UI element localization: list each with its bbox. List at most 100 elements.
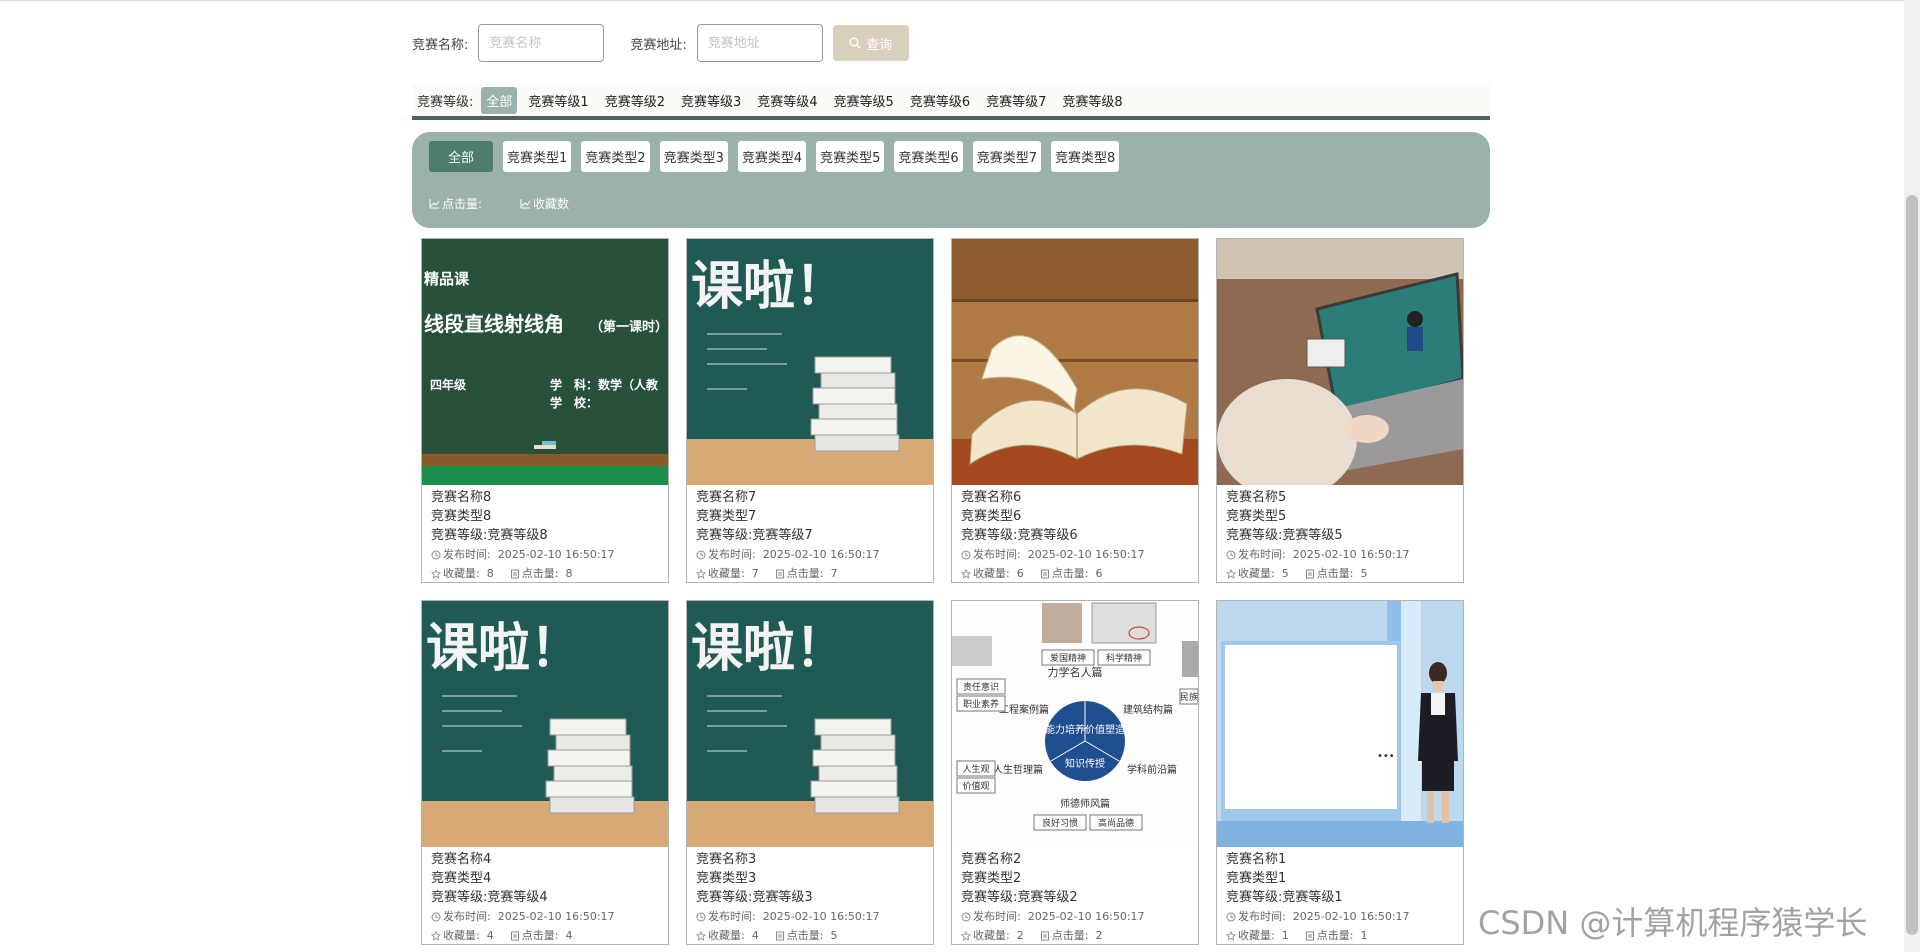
card-stats: 收藏量: 4 点击量: 4 [431,926,668,945]
card-title: 竞赛名称7 [696,490,757,505]
sort-by-favorites-label: 收藏数 [533,197,570,211]
image-text: 责任意识 [963,681,999,693]
document-icon [775,569,784,578]
clock-icon [961,912,971,921]
card-publish-time: 发布时间: 2025-02-10 16:50:17 [696,545,933,564]
star-icon [431,568,441,579]
card-level: 竞赛等级:竞赛等级8 [431,528,548,543]
type-item-4[interactable]: 竞赛类型4 [737,141,807,172]
open-book-image [952,239,1198,485]
image-text: 能力培养 [1045,723,1085,736]
sort-by-clicks[interactable]: 点击量: [429,195,482,212]
address-input[interactable] [696,24,823,62]
laptop-image [1217,239,1463,485]
publish-time-value: 2025-02-10 16:50:17 [762,910,880,923]
type-item-1[interactable]: 竞赛类型1 [503,141,572,172]
image-text: 价值观 [962,780,989,792]
favorites-label: 收藏量: [708,567,745,580]
level-item-7[interactable]: 竞赛等级7 [981,87,1051,114]
competition-card[interactable]: 竞赛名称5 竞赛类型5 竞赛等级:竞赛等级5 发布时间: 2025-02-10 … [1216,238,1464,583]
type-filter-panel: 全部 竞赛类型1 竞赛类型2 竞赛类型3 竞赛类型4 竞赛类型5 竞赛类型6 竞… [412,132,1490,228]
clock-icon [1226,912,1236,921]
image-text: 师德师风篇 [1060,797,1110,810]
clicks-value: 5 [830,929,838,942]
type-item-8[interactable]: 竞赛类型8 [1050,141,1120,172]
image-text: 线段直线射线角 [424,312,564,336]
card-publish-time: 发布时间: 2025-02-10 16:50:17 [431,545,668,564]
favorites-value: 4 [486,929,494,942]
clock-icon [961,550,971,559]
clicks-label: 点击量: [1051,929,1089,942]
document-icon [510,569,519,578]
competition-card[interactable]: 精品课 线段直线射线角 （第一课时） 四年级 学 科：数学（人教 学 校： 竞赛… [421,238,669,583]
level-item-1[interactable]: 竞赛等级1 [523,87,593,114]
type-item-2[interactable]: 竞赛类型2 [581,141,650,172]
level-item-4[interactable]: 竞赛等级4 [752,87,822,114]
sort-by-clicks-label: 点击量: [442,197,483,211]
favorites-label: 收藏量: [1238,929,1275,942]
name-input[interactable] [478,24,605,62]
card-stats: 收藏量: 8 点击量: 8 [431,564,668,583]
level-item-8[interactable]: 竞赛等级8 [1057,87,1127,114]
image-text: 四年级 [430,377,466,392]
level-item-6[interactable]: 竞赛等级6 [905,87,975,114]
card-level: 竞赛等级:竞赛等级3 [696,890,813,905]
clicks-label: 点击量: [1316,567,1354,580]
card-publish-time: 发布时间: 2025-02-10 16:50:17 [1226,907,1463,926]
name-label: 竞赛名称: [412,37,469,53]
card-stats: 收藏量: 5 点击量: 5 [1226,564,1463,583]
type-item-all[interactable]: 全部 [429,141,493,172]
image-text: 精品课 [424,270,470,288]
type-item-3[interactable]: 竞赛类型3 [659,141,728,172]
clock-icon [1226,550,1236,559]
card-image-chalkboard: 课啦！ [687,239,933,485]
competition-card[interactable]: 课啦！ 竞赛名称7 竞赛类型7 竞赛等级:竞赛等级7 发布时间: 2025-02… [686,238,934,583]
scrollbar-thumb[interactable] [1906,195,1918,935]
publish-time-value: 2025-02-10 16:50:17 [1027,910,1145,923]
level-item-2[interactable]: 竞赛等级2 [600,87,670,114]
competition-card[interactable]: 竞赛名称6 竞赛类型6 竞赛等级:竞赛等级6 发布时间: 2025-02-10 … [951,238,1199,583]
image-text: 价值塑造 [1085,723,1125,736]
competition-card[interactable]: 课啦！ 竞赛名称4 竞赛类型4 竞赛等级:竞赛等级4 发布时间: 2025-02… [421,600,669,945]
card-image-diagram: 力学名人篇 爱国精神 科学精神 能力培养 价值塑造 知识传授 工程案例篇 建筑结… [952,601,1198,847]
card-level: 竞赛等级:竞赛等级5 [1226,528,1343,543]
type-item-7[interactable]: 竞赛类型7 [972,141,1041,172]
virtual-presenter-image: ••• [1217,601,1463,847]
level-item-3[interactable]: 竞赛等级3 [676,87,746,114]
sort-by-favorites[interactable]: 收藏数 [520,195,569,212]
level-item-5[interactable]: 竞赛等级5 [829,87,899,114]
competition-card[interactable]: 力学名人篇 爱国精神 科学精神 能力培养 价值塑造 知识传授 工程案例篇 建筑结… [951,600,1199,945]
chalkboard-books-image: 课啦！ [422,601,668,847]
favorites-value: 6 [1016,567,1024,580]
publish-time-value: 2025-02-10 16:50:17 [497,910,615,923]
clock-icon [696,550,706,559]
type-item-6[interactable]: 竞赛类型6 [894,141,963,172]
publish-label: 发布时间: [973,910,1021,923]
star-icon [961,930,971,941]
star-icon [961,568,971,579]
competition-card[interactable]: ••• 竞赛名称1 竞赛类型1 竞赛等级:竞赛等级1 发布时间: 2025-02… [1216,600,1464,945]
image-text: 课啦！ [426,619,582,679]
clicks-label: 点击量: [1316,929,1354,942]
search-button[interactable]: 查询 [832,25,909,61]
watermark: CSDN @计算机程序猿学长 [1478,904,1868,942]
star-icon [431,930,441,941]
card-title: 竞赛名称3 [696,852,757,867]
type-item-5[interactable]: 竞赛类型5 [816,141,885,172]
image-text: 课啦！ [691,619,847,679]
card-title: 竞赛名称2 [961,852,1022,867]
favorites-label: 收藏量: [443,929,480,942]
level-item-all[interactable]: 全部 [481,86,518,114]
clicks-value: 1 [1360,929,1368,942]
favorites-value: 4 [751,929,759,942]
competition-card[interactable]: 课啦！ 竞赛名称3 竞赛类型3 竞赛等级:竞赛等级3 发布时间: 2025-02… [686,600,934,945]
scrollbar[interactable] [1904,0,1920,952]
publish-label: 发布时间: [708,548,756,561]
card-type: 竞赛类型3 [696,871,757,886]
card-title: 竞赛名称8 [431,490,492,505]
chalkboard-books-image: 课啦！ [687,239,933,485]
favorites-label: 收藏量: [708,929,745,942]
card-stats: 收藏量: 2 点击量: 2 [961,926,1198,945]
clicks-value: 5 [1360,567,1368,580]
card-image-laptop [1217,239,1463,485]
